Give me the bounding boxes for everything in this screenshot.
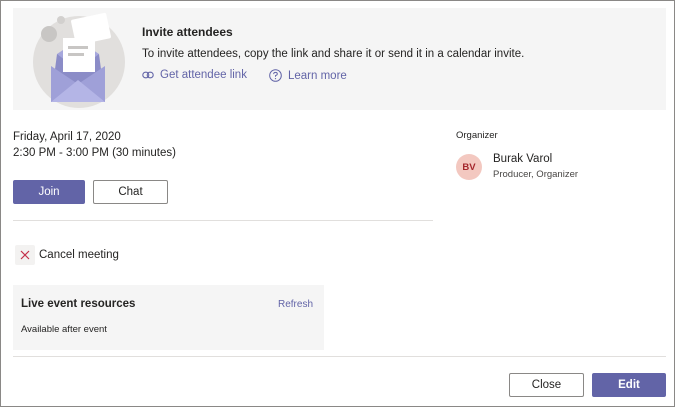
join-button[interactable]: Join bbox=[13, 180, 85, 204]
envelope-invite-illustration bbox=[33, 12, 125, 108]
learn-more-link[interactable]: Learn more bbox=[269, 69, 347, 82]
resources-subtitle: Available after event bbox=[21, 324, 107, 335]
avatar[interactable]: BV bbox=[456, 154, 482, 180]
meeting-time: 2:30 PM - 3:00 PM (30 minutes) bbox=[13, 147, 176, 159]
get-attendee-link[interactable]: Get attendee link bbox=[142, 69, 247, 81]
live-event-resources-panel: Live event resources Refresh Available a… bbox=[13, 285, 324, 350]
footer-divider bbox=[13, 356, 666, 357]
meeting-date: Friday, April 17, 2020 bbox=[13, 131, 121, 143]
banner-title: Invite attendees bbox=[142, 25, 233, 39]
organizer-role: Producer, Organizer bbox=[493, 169, 579, 180]
edit-button[interactable]: Edit bbox=[592, 373, 666, 397]
banner-description: To invite attendees, copy the link and s… bbox=[142, 48, 525, 60]
close-x-icon bbox=[15, 245, 35, 265]
divider bbox=[13, 220, 433, 221]
cancel-meeting-button[interactable]: Cancel meeting bbox=[15, 245, 119, 265]
cancel-meeting-label: Cancel meeting bbox=[39, 249, 119, 261]
link-icon bbox=[142, 71, 154, 79]
organizer-section-label: Organizer bbox=[456, 130, 498, 141]
question-circle-icon bbox=[269, 69, 282, 82]
learn-more-label: Learn more bbox=[288, 69, 347, 82]
resources-title: Live event resources bbox=[21, 298, 136, 310]
organizer-name[interactable]: Burak Varol bbox=[493, 153, 552, 165]
invite-attendees-banner: Invite attendees To invite attendees, co… bbox=[13, 8, 666, 110]
refresh-link[interactable]: Refresh bbox=[278, 299, 313, 310]
close-button[interactable]: Close bbox=[509, 373, 584, 397]
meeting-details-dialog: Invite attendees To invite attendees, co… bbox=[0, 0, 675, 407]
get-attendee-link-label: Get attendee link bbox=[160, 69, 247, 81]
chat-button[interactable]: Chat bbox=[93, 180, 168, 204]
